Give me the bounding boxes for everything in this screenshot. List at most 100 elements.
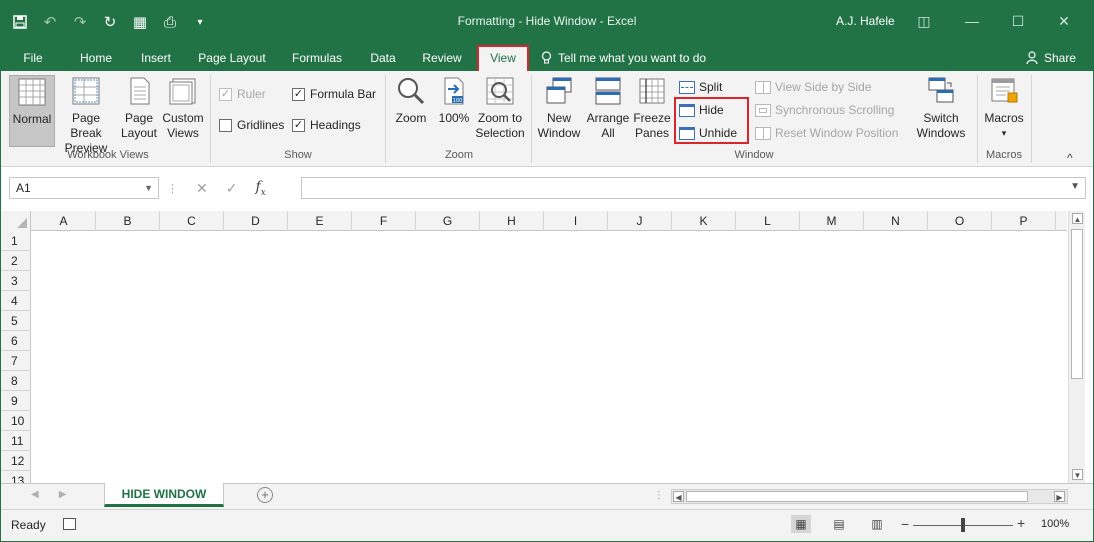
- column-header[interactable]: M: [800, 211, 864, 231]
- row-header[interactable]: 4: [1, 291, 31, 311]
- scroll-down-icon[interactable]: ▼: [1072, 469, 1083, 480]
- insert-function-icon[interactable]: fx: [255, 179, 265, 198]
- tab-formulas[interactable]: Formulas: [285, 45, 349, 71]
- row-header[interactable]: 9: [1, 391, 31, 411]
- column-header[interactable]: C: [160, 211, 224, 231]
- macros-button[interactable]: Macros ▾: [981, 75, 1027, 141]
- scroll-up-icon[interactable]: ▲: [1072, 213, 1083, 224]
- split-button[interactable]: Split: [679, 77, 722, 97]
- expand-formula-bar-icon[interactable]: ▼: [1070, 181, 1080, 192]
- row-header[interactable]: 1: [1, 231, 31, 251]
- page-layout-status-icon[interactable]: ▤: [829, 515, 849, 533]
- name-box-dropdown-icon[interactable]: ▼: [144, 178, 153, 198]
- select-all-corner[interactable]: [1, 211, 31, 231]
- tab-review[interactable]: Review: [415, 45, 469, 71]
- print-preview-icon[interactable]: ⎙: [159, 11, 181, 33]
- sheet-tab-hide-window[interactable]: HIDE WINDOW: [104, 483, 224, 507]
- zoom-to-selection-button[interactable]: Zoom to Selection: [473, 75, 527, 141]
- column-header[interactable]: P: [992, 211, 1056, 231]
- column-header[interactable]: L: [736, 211, 800, 231]
- tab-file[interactable]: File: [15, 45, 51, 71]
- tab-split-handle-icon[interactable]: ⋮: [654, 490, 664, 501]
- zoom-100-button[interactable]: 100 100%: [437, 75, 471, 126]
- tell-me-search[interactable]: Tell me what you want to do: [541, 45, 706, 71]
- column-header[interactable]: D: [224, 211, 288, 231]
- cancel-icon[interactable]: ✕: [196, 180, 208, 197]
- new-window-button[interactable]: New Window: [535, 75, 583, 141]
- normal-view-status-icon[interactable]: ▦: [791, 515, 811, 533]
- macro-recording-icon[interactable]: [63, 518, 76, 530]
- column-header[interactable]: B: [96, 211, 160, 231]
- gridlines-checkbox[interactable]: Gridlines: [219, 118, 284, 132]
- zoom-slider-thumb[interactable]: [961, 518, 965, 532]
- column-header[interactable]: K: [672, 211, 736, 231]
- minimize-icon[interactable]: —: [957, 9, 987, 33]
- normal-view-button[interactable]: Normal: [9, 75, 55, 147]
- vertical-scrollbar[interactable]: ▲ ▼: [1068, 211, 1085, 483]
- row-header[interactable]: 13: [1, 471, 31, 483]
- column-header[interactable]: N: [864, 211, 928, 231]
- column-header[interactable]: G: [416, 211, 480, 231]
- zoom-in-icon[interactable]: +: [1017, 515, 1025, 531]
- undo-icon[interactable]: ↶: [39, 11, 61, 33]
- arrange-all-button[interactable]: Arrange All: [585, 75, 631, 141]
- freeze-panes-button[interactable]: Freeze Panes: [631, 75, 673, 141]
- add-sheet-icon[interactable]: +: [257, 487, 273, 503]
- name-box[interactable]: A1 ▼: [9, 177, 159, 199]
- synchronous-scrolling-button[interactable]: Synchronous Scrolling: [755, 100, 894, 120]
- ruler-checkbox[interactable]: ✓ Ruler: [219, 87, 266, 101]
- ribbon-display-options-icon[interactable]: ◫: [909, 9, 939, 33]
- reset-window-position-button[interactable]: Reset Window Position: [755, 123, 898, 143]
- refresh-icon[interactable]: ↻: [99, 11, 121, 33]
- customize-qat-icon[interactable]: ▾: [189, 11, 211, 33]
- horizontal-scroll-thumb[interactable]: [686, 491, 1028, 502]
- column-header[interactable]: F: [352, 211, 416, 231]
- page-break-preview-button[interactable]: Page Break Preview: [55, 75, 117, 156]
- switch-windows-button[interactable]: Switch Windows: [909, 75, 973, 141]
- row-header[interactable]: 10: [1, 411, 31, 431]
- headings-checkbox[interactable]: ✓ Headings: [292, 118, 361, 132]
- maximize-icon[interactable]: ☐: [1003, 9, 1033, 33]
- row-header[interactable]: 8: [1, 371, 31, 391]
- row-header[interactable]: 11: [1, 431, 31, 451]
- share-button[interactable]: Share: [1026, 45, 1076, 71]
- collapse-ribbon-icon[interactable]: ^: [1067, 151, 1073, 165]
- zoom-out-icon[interactable]: −: [901, 516, 909, 532]
- next-sheet-icon[interactable]: ▶: [59, 489, 67, 500]
- column-header[interactable]: I: [544, 211, 608, 231]
- view-side-by-side-button[interactable]: View Side by Side: [755, 77, 872, 97]
- tab-insert[interactable]: Insert: [131, 45, 181, 71]
- form-icon[interactable]: ▦: [129, 11, 151, 33]
- vertical-scroll-thumb[interactable]: [1071, 229, 1083, 379]
- page-layout-view-button[interactable]: Page Layout: [119, 75, 159, 141]
- tab-page-layout[interactable]: Page Layout: [193, 45, 271, 71]
- formula-bar-checkbox[interactable]: ✓ Formula Bar: [292, 87, 376, 101]
- row-header[interactable]: 7: [1, 351, 31, 371]
- row-header[interactable]: 6: [1, 331, 31, 351]
- column-header[interactable]: A: [32, 211, 96, 231]
- row-header[interactable]: 3: [1, 271, 31, 291]
- row-header[interactable]: 2: [1, 251, 31, 271]
- close-icon[interactable]: ✕: [1049, 9, 1079, 33]
- scroll-right-icon[interactable]: ▶: [1054, 491, 1065, 502]
- save-icon[interactable]: [9, 11, 31, 33]
- user-name[interactable]: A.J. Hafele: [836, 14, 895, 28]
- zoom-level[interactable]: 100%: [1041, 518, 1069, 530]
- scroll-left-icon[interactable]: ◀: [673, 491, 684, 502]
- tab-view[interactable]: View: [477, 45, 529, 71]
- column-header[interactable]: E: [288, 211, 352, 231]
- zoom-button[interactable]: Zoom: [391, 75, 431, 126]
- column-header[interactable]: H: [480, 211, 544, 231]
- column-header[interactable]: O: [928, 211, 992, 231]
- prev-sheet-icon[interactable]: ◀: [31, 489, 39, 500]
- page-break-status-icon[interactable]: ▥: [867, 515, 887, 533]
- custom-views-button[interactable]: Custom Views: [159, 75, 207, 141]
- row-header[interactable]: 12: [1, 451, 31, 471]
- horizontal-scrollbar[interactable]: ◀ ▶: [671, 489, 1068, 504]
- row-header[interactable]: 5: [1, 311, 31, 331]
- tab-data[interactable]: Data: [363, 45, 403, 71]
- tab-home[interactable]: Home: [71, 45, 121, 71]
- enter-icon[interactable]: ✓: [226, 180, 238, 197]
- column-header[interactable]: J: [608, 211, 672, 231]
- formula-input[interactable]: ▼: [301, 177, 1086, 199]
